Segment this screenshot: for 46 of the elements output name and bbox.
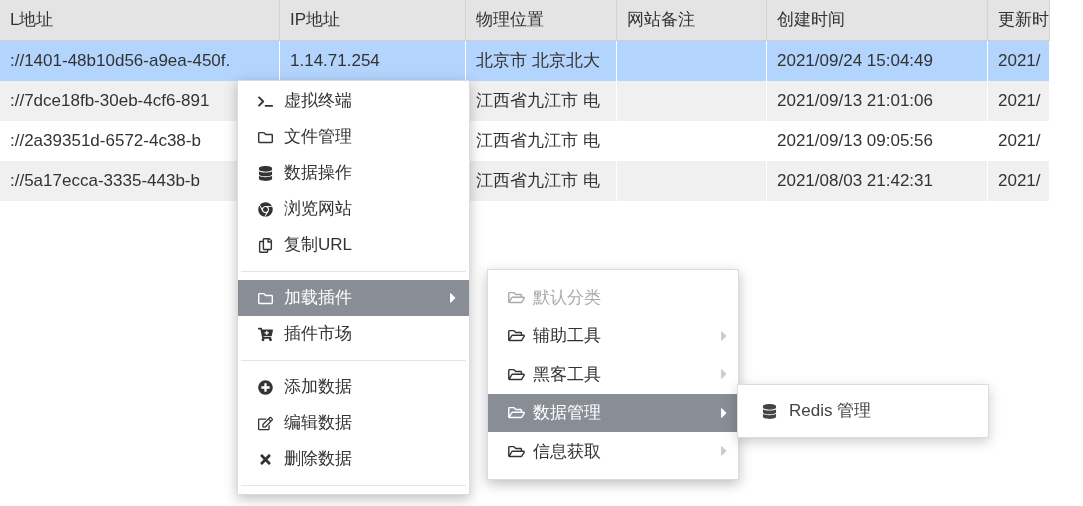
menu-item[interactable]: Redis 管理	[738, 392, 988, 430]
menu-item[interactable]: 添加数据	[238, 369, 469, 405]
menu-item[interactable]: 辅助工具	[488, 316, 738, 355]
menu-item[interactable]: 删除数据	[238, 441, 469, 477]
table-cell-text: 2021/09/13 09:05:56	[777, 130, 933, 153]
edit-icon	[258, 415, 276, 431]
column-header[interactable]: L地址	[0, 0, 280, 40]
table-cell-text: 2021/	[998, 90, 1041, 113]
column-header[interactable]: IP地址	[280, 0, 466, 40]
folder-icon	[508, 405, 525, 421]
menu-item[interactable]: 编辑数据	[238, 405, 469, 441]
table-cell-text: 北京市 北京北大	[476, 50, 600, 73]
column-header[interactable]: 物理位置	[466, 0, 617, 40]
menu-item[interactable]: 信息获取	[488, 432, 738, 471]
table-cell-text: 2021/09/24 15:04:49	[777, 50, 933, 73]
folder-icon	[508, 328, 525, 344]
menu-item[interactable]: 复制URL	[238, 227, 469, 263]
table-cell-text: 2021/	[998, 170, 1041, 193]
column-header[interactable]: 更新时	[988, 0, 1050, 40]
table-cell-text: 2021/	[998, 130, 1041, 153]
folder-icon	[508, 443, 525, 459]
table-cell-text: 2021/08/03 21:42:31	[777, 170, 933, 193]
column-header[interactable]: 创建时间	[767, 0, 988, 40]
table-cell-text: ://5a17ecca-3335-443b-b	[10, 170, 200, 193]
menu-item[interactable]: 虚拟终端	[238, 83, 469, 119]
table-row[interactable]: ://1401-48b10d56-a9ea-450f. 1.14.71.254 北京市 北京北大 2021/09/24 15:04:49 2021/	[0, 41, 1050, 81]
menu-item[interactable]: 插件市场	[238, 316, 469, 352]
table-cell-text: 1.14.71.254	[290, 50, 380, 73]
table-cell-text: ://1401-48b10d56-a9ea-450f.	[10, 50, 231, 73]
table-cell-text: 江西省九江市 电	[476, 170, 600, 193]
browser-icon	[258, 201, 276, 217]
folder-icon	[258, 290, 276, 306]
folder-icon	[258, 129, 276, 145]
table-cell-text: 2021/	[998, 50, 1041, 73]
table-cell-text: ://7dce18fb-30eb-4cf6-891	[10, 90, 210, 113]
table-cell-text: 2021/09/13 21:01:06	[777, 90, 933, 113]
cart-icon	[258, 326, 276, 342]
folder-icon	[508, 289, 525, 305]
folder-icon	[508, 366, 525, 382]
column-header[interactable]: 网站备注	[617, 0, 767, 40]
menu-item[interactable]: 黑客工具	[488, 355, 738, 394]
table-cell-text: 江西省九江市 电	[476, 90, 600, 113]
database-icon	[762, 403, 777, 419]
menu-item[interactable]: 文件管理	[238, 119, 469, 155]
table-cell-text: 江西省九江市 电	[476, 130, 600, 153]
table-cell-text: ://2a39351d-6572-4c38-b	[10, 130, 201, 153]
